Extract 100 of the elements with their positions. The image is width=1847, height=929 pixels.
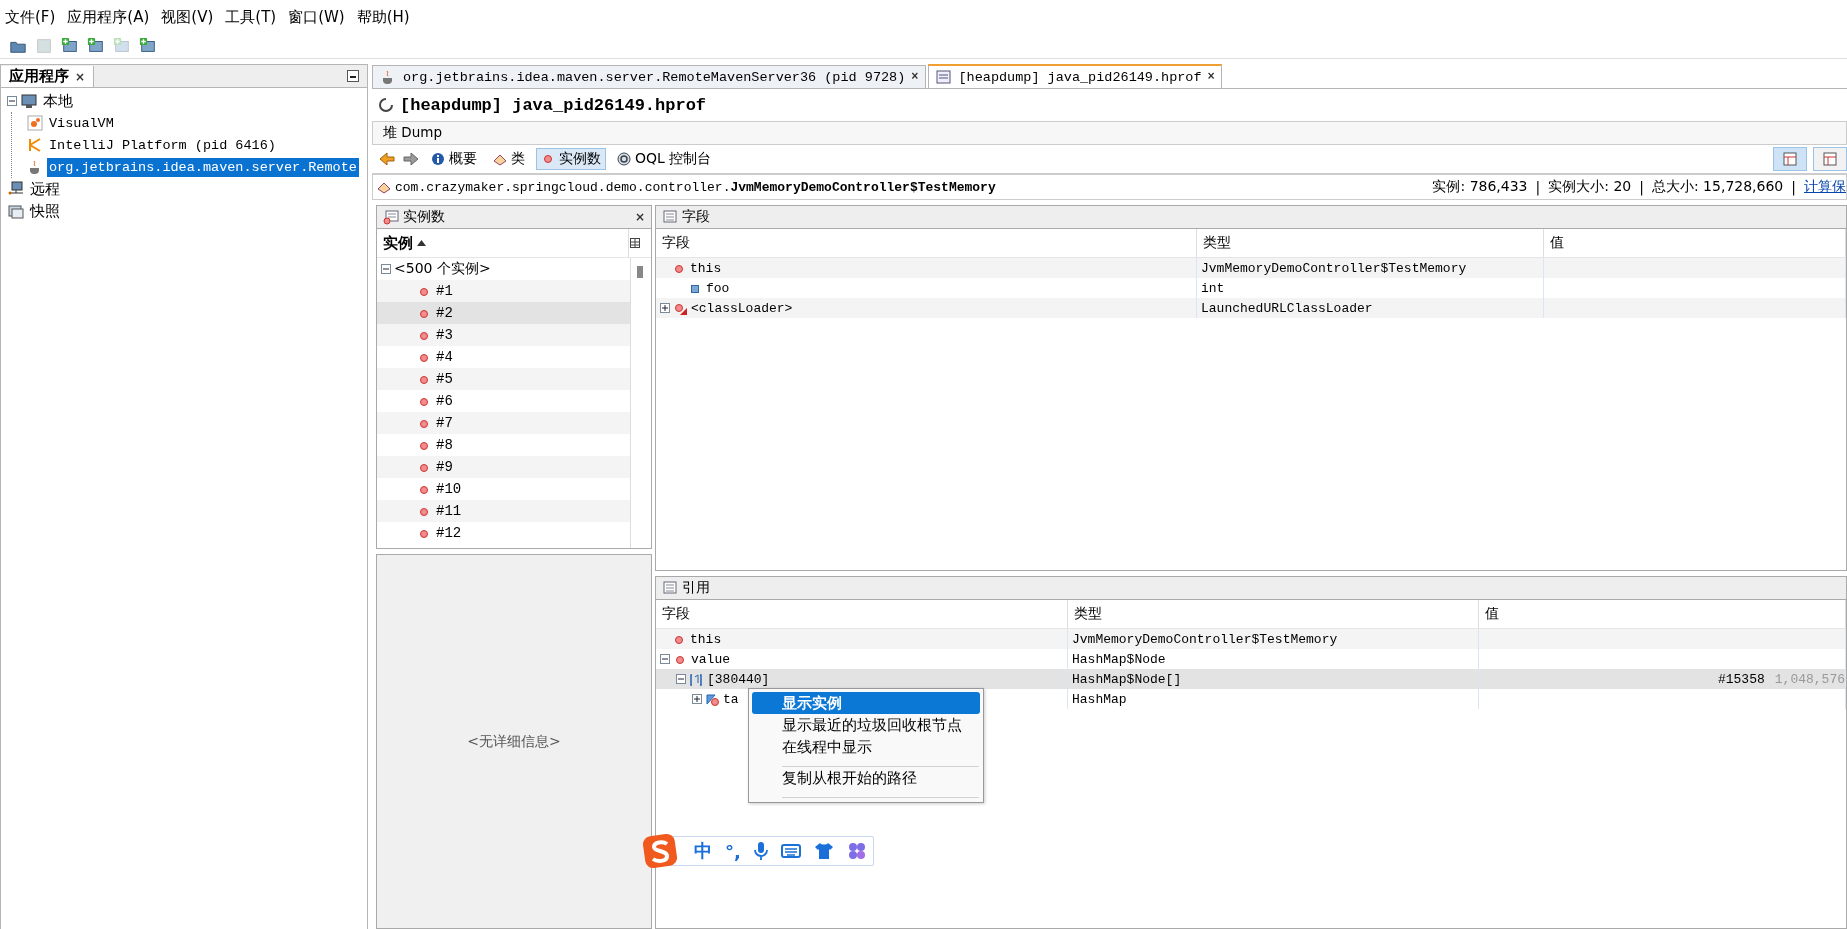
table-cell: JvmMemoryDemoController$TestMemory <box>1197 258 1544 278</box>
column-header[interactable]: 字段 <box>656 600 1068 628</box>
expander-icon[interactable] <box>660 654 670 664</box>
instance-row[interactable]: #1 <box>377 280 630 302</box>
table-cell[interactable]: this <box>656 258 1197 278</box>
add-dump-icon <box>113 37 131 55</box>
instance-label: #12 <box>436 525 462 541</box>
close-button[interactable]: × <box>1207 70 1215 84</box>
expander-icon[interactable] <box>676 674 686 684</box>
column-header[interactable]: 值 <box>1544 229 1846 257</box>
column-header[interactable]: 类型 <box>1068 600 1479 628</box>
instance-row[interactable]: #11 <box>377 500 630 522</box>
back-icon[interactable] <box>378 151 396 167</box>
close-button[interactable]: × <box>634 210 645 224</box>
instance-label: #3 <box>436 327 453 343</box>
field-name: value <box>691 651 730 667</box>
panel-icon <box>662 580 678 596</box>
ime-punctuation[interactable]: °, <box>725 840 741 862</box>
menu-item[interactable]: 视图(V) <box>160 7 215 27</box>
panel-tab[interactable]: 应用程序 × <box>1 66 95 87</box>
oql-icon <box>617 152 631 166</box>
instance-row[interactable]: #9 <box>377 456 630 478</box>
column-header[interactable]: 值 <box>1479 600 1846 628</box>
expander-icon[interactable] <box>7 96 17 106</box>
close-button[interactable]: × <box>911 70 919 84</box>
classes-icon <box>493 152 507 166</box>
document-tab[interactable]: org.jetbrains.idea.maven.server.RemoteMavenServer36 (pid 9728) × <box>372 65 926 88</box>
shirt-icon[interactable] <box>813 842 834 860</box>
table-cell[interactable]: this <box>656 629 1068 649</box>
view-button[interactable]: OQL 控制台 <box>612 148 717 170</box>
column-header[interactable]: 字段 <box>656 229 1197 257</box>
dump-title: [heapdump] java_pid26149.hprof <box>400 95 707 115</box>
panel-icon <box>662 209 678 225</box>
retained-size-link[interactable]: 计算保 <box>1804 178 1846 196</box>
expander-icon[interactable] <box>660 303 670 313</box>
keyboard-icon[interactable] <box>780 843 801 859</box>
layout-icon <box>1823 152 1837 166</box>
instance-row[interactable]: #5 <box>377 368 630 390</box>
column-header[interactable]: 类型 <box>1197 229 1544 257</box>
column-picker-icon[interactable] <box>629 237 641 249</box>
view-button[interactable]: 概要 <box>426 148 482 170</box>
tab-label: [heapdump] java_pid26149.hprof <box>958 69 1202 85</box>
ime-mode[interactable]: 中 <box>694 839 712 863</box>
menu-item[interactable]: 窗口(W) <box>287 7 346 27</box>
tree-item[interactable]: 快照 <box>28 201 62 221</box>
visualvm-icon <box>26 114 44 132</box>
apps-icon[interactable] <box>846 841 867 861</box>
menu-item[interactable]: 工具(T) <box>224 7 278 27</box>
tab-label: 应用程序 <box>9 67 69 86</box>
summary-icon <box>431 152 445 166</box>
expander-icon[interactable] <box>381 264 391 274</box>
document-tab[interactable]: [heapdump] java_pid26149.hprof × <box>927 64 1222 88</box>
instance-label: #11 <box>436 503 462 519</box>
add-host-icon <box>61 37 79 55</box>
class-name: JvmMemoryDemoController$TestMemory <box>730 179 996 195</box>
view-toggle[interactable] <box>1773 147 1807 171</box>
table-cell[interactable]: [380440] <box>656 669 1068 689</box>
add-snapshot-icon <box>139 37 157 55</box>
column-header[interactable]: 实例 <box>377 229 629 257</box>
expander-icon[interactable] <box>692 694 702 704</box>
close-button[interactable]: × <box>75 69 86 84</box>
instance-row[interactable]: #2 <box>377 302 630 324</box>
menu-item[interactable]: 应用程序(A) <box>66 7 151 27</box>
tree-item[interactable]: IntelliJ Platform (pid 6416) <box>47 135 278 155</box>
menu-item[interactable]: 文件(F) <box>4 7 57 27</box>
field-name: foo <box>706 280 730 296</box>
separator-text: | <box>1535 179 1541 195</box>
tree-item[interactable]: org.jetbrains.idea.maven.server.Remote <box>47 157 359 177</box>
view-button[interactable]: 实例数 <box>536 148 606 170</box>
stat-text: 实例大小: 20 <box>1548 178 1632 196</box>
field-name: ta <box>723 691 739 707</box>
forward-icon[interactable] <box>402 151 420 167</box>
tree-item[interactable]: VisualVM <box>47 113 116 133</box>
microphone-icon[interactable] <box>753 841 768 861</box>
add-jmx-icon <box>87 37 105 55</box>
tree-item[interactable]: 本地 <box>41 91 75 111</box>
instance-label: #1 <box>436 283 453 299</box>
instances-icon <box>541 152 555 166</box>
dump-icon <box>934 68 953 86</box>
instance-row[interactable]: #3 <box>377 324 630 346</box>
minimize-icon[interactable] <box>347 70 359 82</box>
size-text: 1,048,576 <box>1774 671 1845 687</box>
class-icon <box>377 180 391 194</box>
stat-text: 总大小: 15,728,660 <box>1651 178 1784 196</box>
table-cell: HashMap$Node[] <box>1068 669 1479 689</box>
array-reference-icon <box>705 691 720 707</box>
view-button[interactable]: 类 <box>488 148 530 170</box>
separator-text: | <box>1639 179 1644 195</box>
view-toggle[interactable] <box>1813 147 1847 171</box>
separator-text: | <box>1791 179 1796 195</box>
layout-icon <box>1783 152 1797 166</box>
sort-icon <box>417 240 426 246</box>
instance-row[interactable]: #7 <box>377 412 630 434</box>
tree-item[interactable]: 远程 <box>28 179 62 199</box>
table-cell[interactable]: <classLoader> <box>656 298 1197 318</box>
instance-label: #9 <box>436 459 453 475</box>
menu-item[interactable]: 显示实例 <box>752 692 980 714</box>
instances-group[interactable]: <500 个实例> <box>394 260 491 278</box>
menu-item[interactable]: 显示最近的垃圾回收根节点 <box>752 714 980 736</box>
menu-item[interactable]: 帮助(H) <box>355 7 411 27</box>
